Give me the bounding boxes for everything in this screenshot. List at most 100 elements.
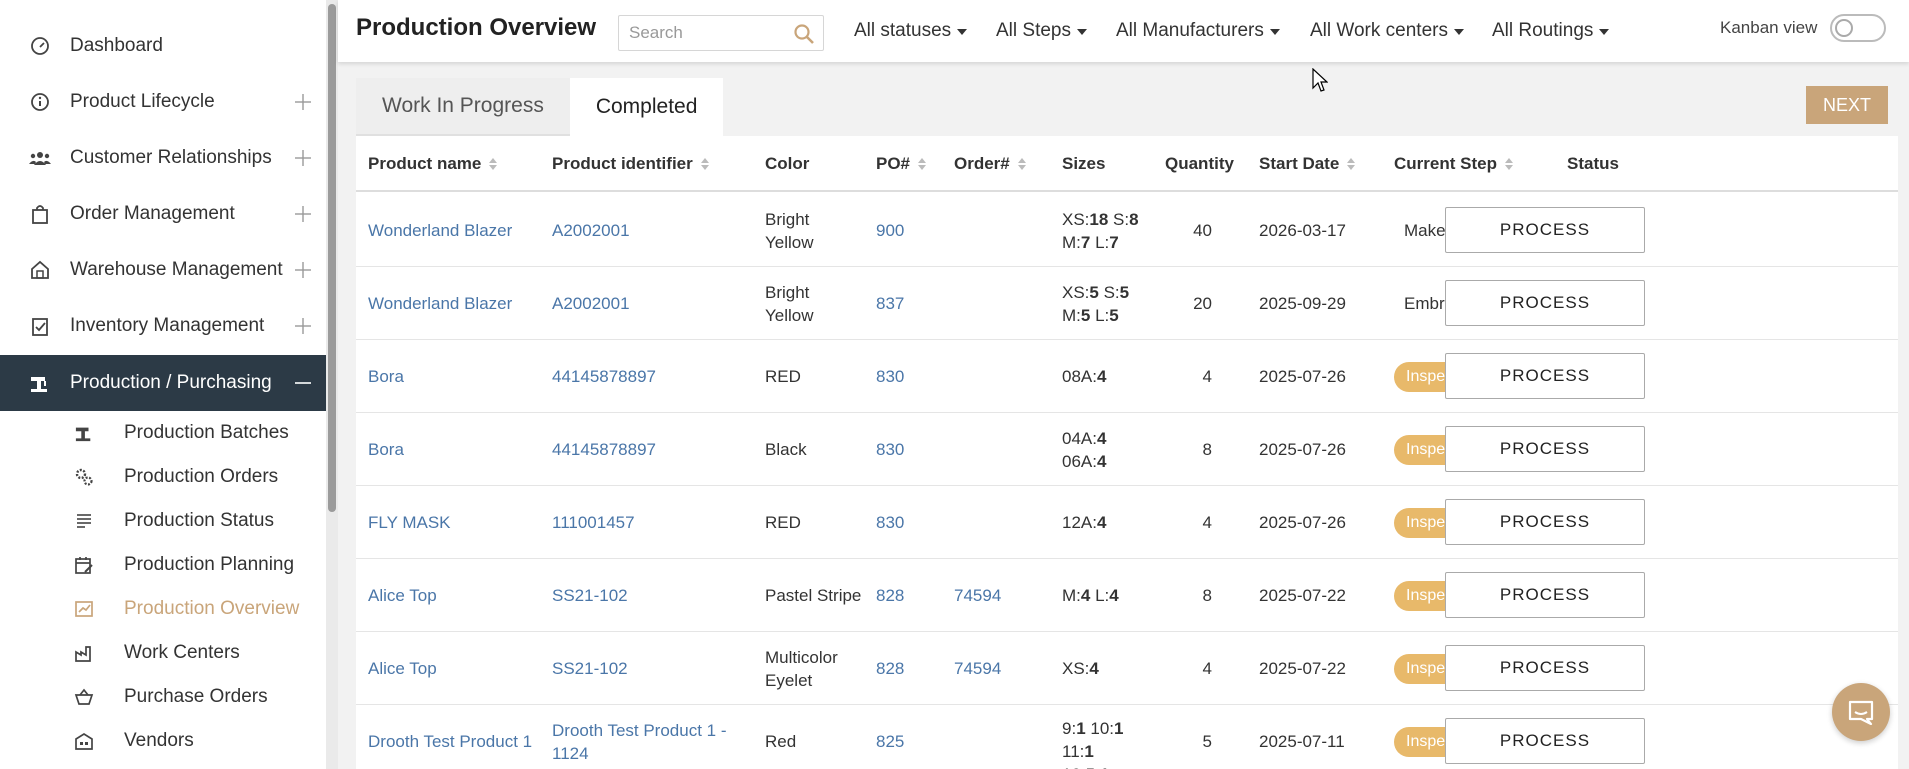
size-qty: 7: [1109, 232, 1119, 252]
process-button[interactable]: PROCESS: [1445, 645, 1645, 691]
po-link[interactable]: 830: [876, 486, 904, 559]
size-code: M:: [1062, 305, 1081, 325]
process-button[interactable]: PROCESS: [1445, 499, 1645, 545]
gears-icon: [73, 466, 95, 488]
product-identifier-link[interactable]: A2002001: [552, 194, 742, 267]
collapse-minus-icon[interactable]: [293, 373, 313, 393]
nav-item-production-purchasing[interactable]: Production / Purchasing: [0, 355, 326, 411]
product-identifier-link[interactable]: 111001457: [552, 486, 742, 559]
po-link[interactable]: 837: [876, 267, 904, 340]
expand-plus-icon[interactable]: [293, 92, 313, 112]
process-button[interactable]: PROCESS: [1445, 353, 1645, 399]
po-link[interactable]: 828: [876, 559, 904, 632]
sub-item-vendors[interactable]: Vendors: [0, 719, 326, 763]
nav-item-dashboard[interactable]: Dashboard: [0, 18, 326, 74]
nav-item-product-lifecycle[interactable]: Product Lifecycle: [0, 74, 326, 130]
product-name-link[interactable]: Wonderland Blazer: [368, 194, 512, 267]
start-date-cell: 2025-09-29: [1259, 293, 1346, 313]
po-link[interactable]: 900: [876, 194, 904, 267]
product-identifier-link[interactable]: SS21-102: [552, 559, 742, 632]
dashboard-gauge-icon: [29, 35, 51, 57]
filter-statuses[interactable]: All statuses: [854, 20, 968, 42]
po-link[interactable]: 830: [876, 340, 904, 413]
product-identifier-link[interactable]: 44145878897: [552, 413, 742, 486]
next-button[interactable]: NEXT: [1806, 86, 1888, 124]
search-icon[interactable]: [793, 23, 815, 50]
color-text: Bright: [765, 209, 810, 229]
column-label: Current Step: [1394, 154, 1497, 173]
filter-work-centers[interactable]: All Work centers: [1310, 20, 1464, 42]
search-box[interactable]: [618, 15, 824, 51]
process-button[interactable]: PROCESS: [1445, 426, 1645, 472]
sub-item-production-batches[interactable]: Production Batches: [0, 411, 326, 455]
product-name-link[interactable]: Drooth Test Product 1: [368, 705, 532, 769]
size-line: M:5 L:5: [1062, 304, 1129, 327]
identifier-text: 44145878897: [552, 367, 657, 386]
column-header-po[interactable]: PO#: [876, 154, 927, 174]
identifier-text: 44145878897: [552, 440, 657, 459]
start-date-cell: 2025-07-11: [1259, 731, 1345, 751]
top-bar: Production Overview All statuses All Ste…: [338, 0, 1909, 62]
order-link[interactable]: 74594: [954, 632, 1001, 705]
expand-plus-icon[interactable]: [293, 204, 313, 224]
product-name-link[interactable]: Alice Top: [368, 632, 437, 705]
nav-item-customer-relationships[interactable]: Customer Relationships: [0, 130, 326, 186]
process-button[interactable]: PROCESS: [1445, 207, 1645, 253]
expand-plus-icon[interactable]: [293, 260, 313, 280]
sub-item-production-status[interactable]: Production Status: [0, 499, 326, 543]
expand-plus-icon[interactable]: [293, 148, 313, 168]
product-identifier-link[interactable]: A2002001: [552, 267, 742, 340]
sub-label: Production Planning: [124, 554, 295, 575]
po-link[interactable]: 830: [876, 413, 904, 486]
column-label: Sizes: [1062, 154, 1106, 173]
po-link[interactable]: 825: [876, 705, 904, 769]
filter-manufacturers[interactable]: All Manufacturers: [1116, 20, 1280, 42]
kanban-view-toggle[interactable]: [1830, 14, 1886, 42]
step-text: Make: [1404, 220, 1446, 240]
size-code: 12A:: [1062, 513, 1097, 532]
tab-work-in-progress[interactable]: Work In Progress: [356, 78, 570, 136]
column-header-current-step[interactable]: Current Step: [1394, 154, 1513, 174]
product-name-link[interactable]: Bora: [368, 413, 404, 486]
order-link[interactable]: 74594: [954, 559, 1001, 632]
product-identifier-link[interactable]: Drooth Test Product 1 - 1124: [552, 705, 742, 769]
product-name-link[interactable]: Wonderland Blazer: [368, 267, 512, 340]
sidebar-scrollbar-thumb[interactable]: [328, 4, 336, 512]
nav-item-inventory-management[interactable]: Inventory Management: [0, 298, 326, 354]
tab-completed[interactable]: Completed: [569, 78, 724, 136]
color-text: Multicolor: [765, 647, 838, 667]
product-identifier-link[interactable]: 44145878897: [552, 340, 742, 413]
product-name-link[interactable]: FLY MASK: [368, 486, 451, 559]
filter-routings[interactable]: All Routings: [1492, 20, 1610, 42]
search-input[interactable]: [629, 22, 779, 44]
column-header-order[interactable]: Order#: [954, 154, 1026, 174]
process-button[interactable]: PROCESS: [1445, 280, 1645, 326]
column-header-product-identifier[interactable]: Product identifier: [552, 154, 709, 174]
size-qty: 1: [1100, 765, 1109, 769]
nav-item-order-management[interactable]: Order Management: [0, 186, 326, 242]
product-identifier-link[interactable]: SS21-102: [552, 632, 742, 705]
size-code: 08A:: [1062, 367, 1097, 386]
process-button[interactable]: PROCESS: [1445, 572, 1645, 618]
table-row: Drooth Test Product 1 Drooth Test Product…: [356, 705, 1898, 769]
size-line: XS:4: [1062, 657, 1099, 680]
product-name-link[interactable]: Alice Top: [368, 559, 437, 632]
product-name-link[interactable]: Bora: [368, 340, 404, 413]
column-header-start-date[interactable]: Start Date: [1259, 154, 1356, 174]
chat-launcher-button[interactable]: [1832, 683, 1890, 741]
sub-item-production-orders[interactable]: Production Orders: [0, 455, 326, 499]
table-row: Wonderland Blazer A2002001 Bright Yellow 900…: [356, 194, 1898, 267]
po-link[interactable]: 828: [876, 632, 904, 705]
sub-item-production-overview[interactable]: Production Overview: [0, 587, 326, 631]
sub-item-work-centers[interactable]: Work Centers: [0, 631, 326, 675]
nav-item-warehouse-management[interactable]: Warehouse Management: [0, 242, 326, 298]
filter-steps[interactable]: All Steps: [996, 20, 1087, 42]
expand-plus-icon[interactable]: [293, 316, 313, 336]
size-qty: 4: [1096, 367, 1107, 386]
column-header-product-name[interactable]: Product name: [368, 154, 498, 174]
sub-item-production-planning[interactable]: Production Planning: [0, 543, 326, 587]
size-code: L:: [1090, 586, 1110, 605]
sub-item-purchase-orders[interactable]: Purchase Orders: [0, 675, 326, 719]
basket-icon: [73, 686, 95, 708]
process-button[interactable]: PROCESS: [1445, 718, 1645, 764]
